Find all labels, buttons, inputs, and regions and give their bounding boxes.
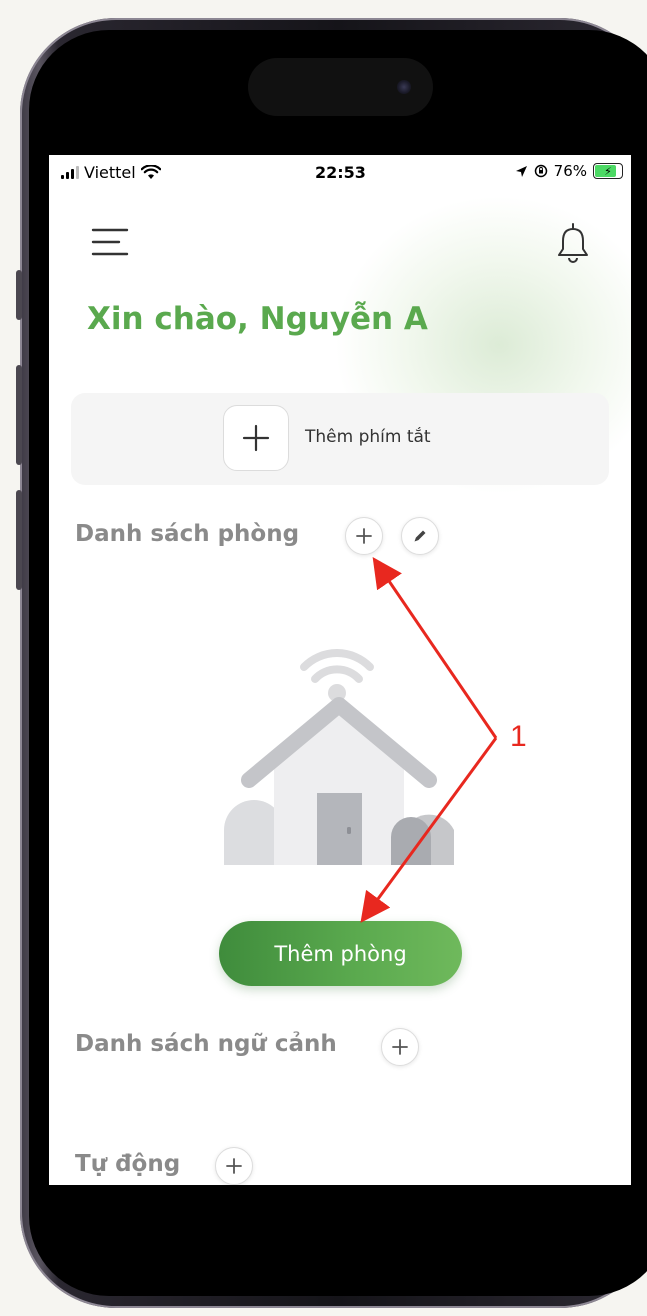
add-shortcut-button[interactable] [223,405,289,471]
app-screen: Viettel 22:53 76% ⚡ Xin chào, Nguyễn A T… [49,155,631,1185]
status-right: 76% ⚡ [515,162,623,180]
dynamic-island [248,58,433,116]
pencil-icon [414,530,426,542]
hamburger-menu-icon [91,228,129,256]
mute-switch [16,270,22,320]
add-room-button[interactable]: Thêm phòng [219,921,462,986]
notifications-button[interactable] [555,221,591,265]
location-arrow-icon [515,165,527,177]
battery-percent: 76% [553,162,587,180]
greeting-title: Xin chào, Nguyễn A [87,301,428,337]
wifi-icon [140,165,161,179]
signal-icon [61,166,79,179]
carrier-name: Viettel [84,163,136,182]
empty-room-illustration [224,649,454,865]
add-shortcut-label[interactable]: Thêm phím tắt [305,427,431,447]
plus-icon [356,528,372,544]
volume-down-button [16,490,22,590]
add-automation-button[interactable] [215,1147,253,1185]
plus-icon [226,1158,242,1174]
battery-icon: ⚡ [593,163,623,179]
plus-icon [392,1039,408,1055]
add-scene-button[interactable] [381,1028,419,1066]
status-bar: Viettel 22:53 76% ⚡ [49,155,631,189]
add-room-icon-button[interactable] [345,517,383,555]
volume-up-button [16,365,22,465]
plus-icon [242,424,270,452]
status-left: Viettel [61,163,161,182]
shortcut-card: Thêm phím tắt [71,393,609,485]
menu-button[interactable] [91,227,131,261]
scene-list-title: Danh sách ngữ cảnh [75,1031,337,1057]
edit-rooms-button[interactable] [401,517,439,555]
status-time: 22:53 [315,163,366,182]
room-list-title: Danh sách phòng [75,521,300,547]
bell-icon [558,223,588,263]
automation-title: Tự động [75,1151,181,1177]
orientation-lock-icon [534,164,547,178]
front-camera [397,80,411,94]
